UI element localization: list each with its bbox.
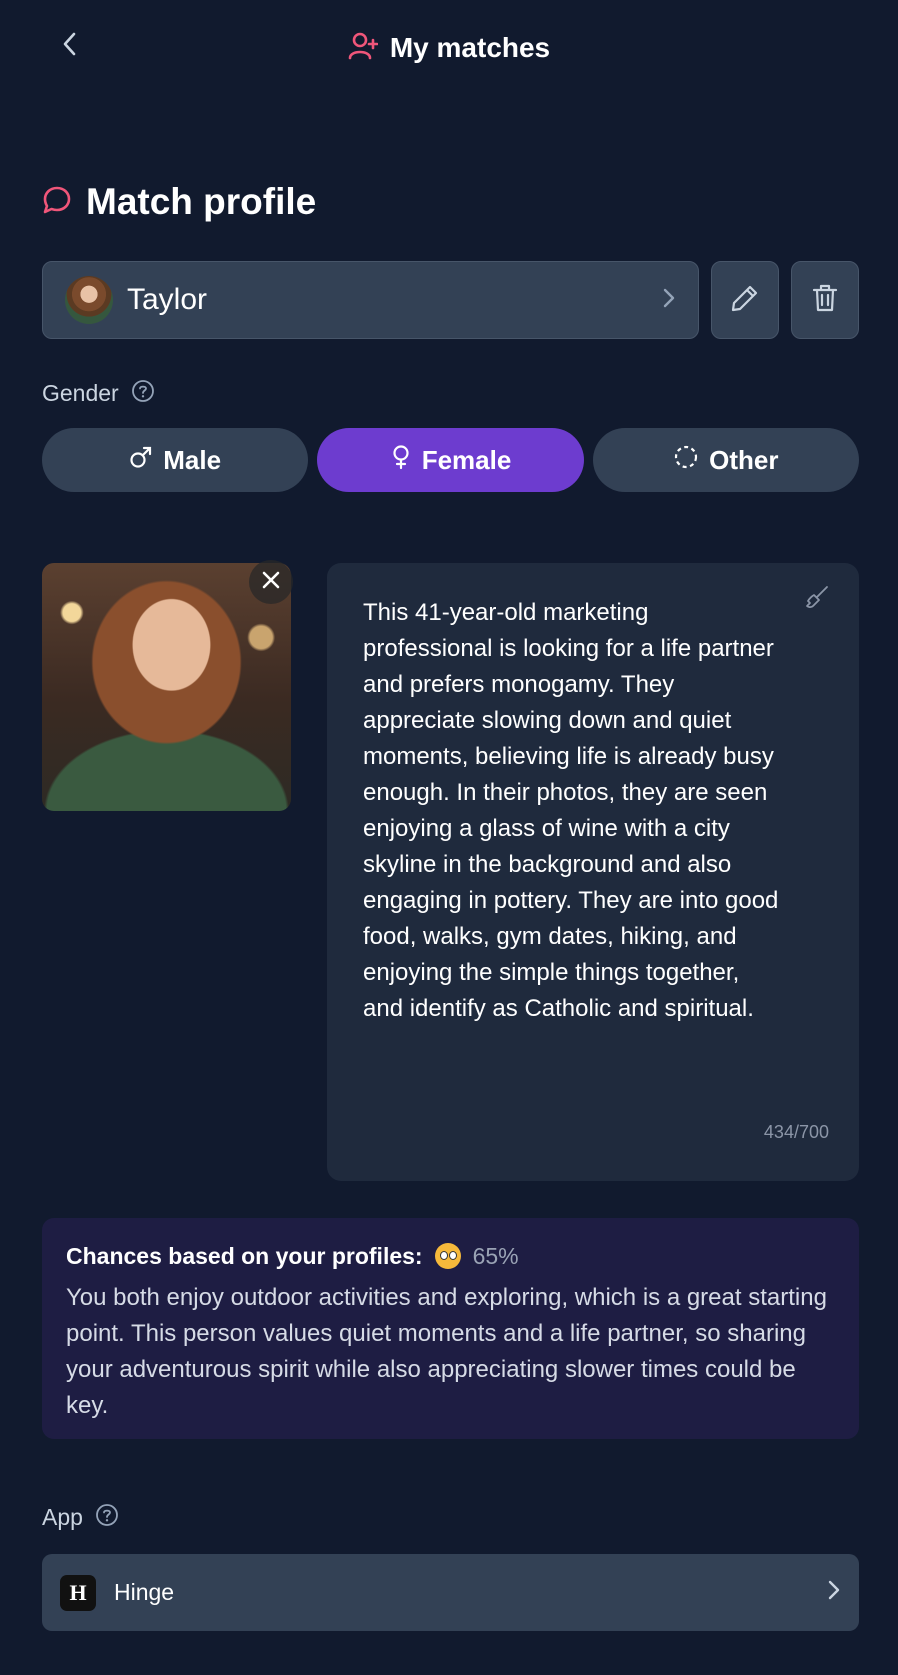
match-selector[interactable]: Taylor	[42, 261, 699, 339]
help-icon[interactable]	[131, 379, 155, 408]
edit-button[interactable]	[711, 261, 779, 339]
gender-option-other[interactable]: Other	[592, 428, 859, 492]
female-icon	[390, 444, 412, 477]
trash-icon	[811, 283, 839, 318]
chances-card: Chances based on your profiles: 65% You …	[42, 1218, 859, 1439]
hinge-logo-glyph: H	[69, 1579, 87, 1605]
gender-option-label: Other	[709, 444, 779, 475]
gender-option-label: Female	[421, 444, 512, 475]
delete-button[interactable]	[791, 261, 859, 339]
match-profile-page: My matches Match profile Taylor Gender M…	[0, 0, 898, 1675]
chances-percent: 65%	[472, 1242, 519, 1269]
clear-description-button[interactable]	[799, 581, 835, 617]
match-name: Taylor	[127, 283, 208, 316]
profile-photo[interactable]	[42, 563, 291, 811]
chat-bubble-icon	[42, 185, 72, 220]
dashed-circle-icon	[673, 444, 699, 477]
app-label: App	[42, 1501, 119, 1533]
male-icon	[129, 445, 153, 476]
header-title: My matches	[0, 28, 898, 68]
face-emoji-icon	[434, 1243, 461, 1269]
help-icon[interactable]	[95, 1503, 119, 1532]
avatar	[65, 276, 113, 324]
page-title: Match profile	[42, 176, 316, 228]
brush-icon	[804, 584, 830, 615]
gender-label-text: Gender	[42, 379, 119, 406]
chevron-right-icon	[827, 1579, 841, 1606]
gender-label: Gender	[42, 377, 155, 409]
chevron-right-icon	[662, 287, 676, 314]
top-bar: My matches	[0, 0, 898, 96]
header-title-label: My matches	[389, 32, 551, 63]
user-plus-icon	[348, 31, 379, 66]
pencil-icon	[730, 283, 760, 318]
char-count: 434/700	[763, 1122, 829, 1142]
chances-body: You both enjoy outdoor activities and ex…	[66, 1284, 827, 1419]
chances-title: Chances based on your profiles:	[66, 1242, 423, 1269]
gender-option-female[interactable]: Female	[317, 428, 584, 492]
description-text: This 41-year-old marketing professional …	[363, 599, 779, 1022]
remove-photo-button[interactable]	[249, 560, 293, 604]
page-title-label: Match profile	[86, 181, 317, 222]
chances-header: Chances based on your profiles: 65%	[66, 1238, 835, 1274]
app-selector[interactable]: H Hinge	[42, 1554, 859, 1631]
description-card[interactable]: This 41-year-old marketing professional …	[327, 563, 859, 1181]
close-icon	[261, 570, 281, 595]
gender-option-male[interactable]: Male	[42, 428, 309, 492]
app-label-text: App	[42, 1503, 83, 1530]
hinge-logo-icon: H	[60, 1574, 96, 1611]
gender-selector: Male Female Other	[42, 428, 859, 492]
gender-option-label: Male	[163, 444, 222, 475]
app-name: Hinge	[114, 1579, 175, 1605]
